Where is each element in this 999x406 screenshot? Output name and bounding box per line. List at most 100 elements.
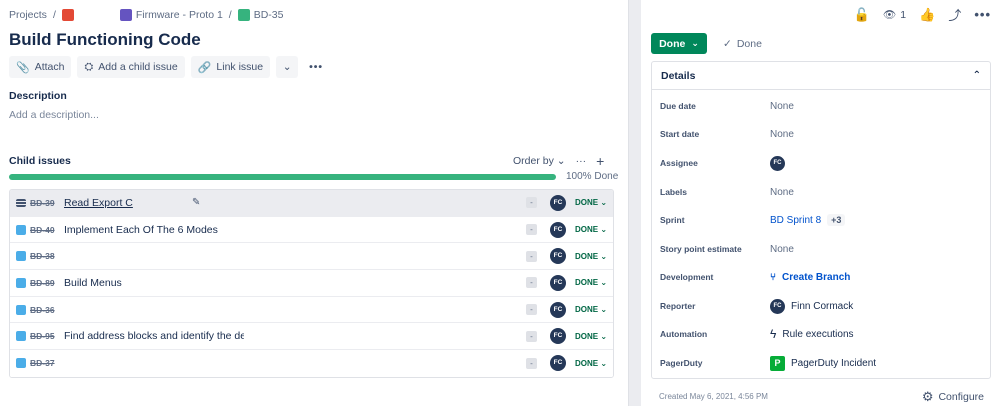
child-issue-row[interactable]: BD-89 Build Menus - FC DONE ⌄: [10, 270, 613, 297]
edit-pencil-icon[interactable]: ✎: [192, 197, 200, 208]
child-issue-row[interactable]: BD-95 Find address blocks and identify th…: [10, 323, 613, 351]
issue-sidebar: 🔓 👁 1 👍 ⤴ ••• Done ⌄ ✓ Done Details ⌃ Du…: [641, 0, 999, 406]
start-date-value[interactable]: None: [770, 129, 794, 140]
assignee-avatar[interactable]: FC: [550, 301, 566, 318]
details-header[interactable]: Details ⌃: [652, 62, 990, 90]
check-icon: ✓: [723, 38, 732, 50]
status-lozenge[interactable]: DONE ⌄: [575, 278, 607, 287]
transition-done[interactable]: ✓ Done: [723, 38, 762, 50]
field-sprint: Sprint BD Sprint 8 +3: [660, 210, 985, 230]
field-labels: Labels None: [660, 182, 985, 202]
assignee-avatar[interactable]: FC: [550, 221, 566, 238]
chevron-down-icon: ⌄: [598, 358, 608, 368]
story-points-value[interactable]: None: [770, 244, 794, 255]
assignee-avatar[interactable]: FC: [550, 355, 566, 372]
priority-indicator[interactable]: -: [526, 357, 537, 369]
project-avatar-icon[interactable]: [61, 9, 74, 21]
child-issues-label: Child issues: [9, 155, 71, 167]
child-issue-key[interactable]: BD-36: [30, 305, 55, 315]
description-label: Description: [9, 90, 67, 102]
add-child-issue-button[interactable]: ⛭ Add a child issue: [77, 56, 185, 78]
rule-executions-link[interactable]: ϟ Rule executions: [770, 327, 854, 341]
create-branch-link[interactable]: ⑂ Create Branch: [770, 272, 850, 283]
sprint-link[interactable]: BD Sprint 8: [770, 215, 821, 226]
order-by-button[interactable]: Order by ⌄: [513, 155, 566, 167]
field-reporter: Reporter FC Finn Cormack: [660, 296, 985, 316]
child-issue-row[interactable]: BD-37 - FC DONE ⌄: [10, 350, 613, 377]
labels-value[interactable]: None: [770, 187, 794, 198]
child-issue-key[interactable]: BD-39: [30, 198, 55, 208]
child-issue-row[interactable]: BD-39 Read Export C ✎ - FC DONE ⌄: [10, 190, 613, 217]
due-date-value[interactable]: None: [770, 101, 794, 112]
status-lozenge[interactable]: DONE ⌄: [575, 359, 607, 368]
breadcrumb-issue-key[interactable]: BD-35: [254, 9, 284, 21]
watch-button[interactable]: 👁 1: [882, 8, 906, 22]
more-actions-button[interactable]: •••: [304, 56, 328, 78]
due-date-label: Due date: [660, 101, 696, 111]
field-automation: Automation ϟ Rule executions: [660, 324, 985, 344]
attach-button[interactable]: 📎 Attach: [9, 56, 72, 78]
priority-indicator[interactable]: -: [526, 250, 537, 262]
child-issue-summary[interactable]: Find address blocks and identify the dev…: [64, 330, 244, 342]
child-issue-key[interactable]: BD-89: [30, 278, 55, 288]
assignee-value[interactable]: FC: [770, 155, 785, 171]
share-icon[interactable]: ⤴: [948, 5, 961, 24]
status-lozenge[interactable]: DONE ⌄: [575, 225, 607, 234]
breadcrumb-projects[interactable]: Projects: [9, 9, 47, 21]
child-issue-row[interactable]: BD-36 - FC DONE ⌄: [10, 296, 613, 324]
link-issue-button[interactable]: 🔗 Link issue: [190, 56, 271, 78]
chevron-down-icon: ⌄: [598, 225, 608, 235]
assignee-avatar[interactable]: FC: [550, 328, 566, 345]
priority-indicator[interactable]: -: [526, 224, 537, 236]
chevron-down-icon: ⌄: [598, 251, 608, 261]
subtask-icon: [16, 358, 26, 369]
child-issue-row[interactable]: BD-40 Implement Each Of The 6 Modes - FC DON…: [10, 216, 613, 244]
child-issue-key[interactable]: BD-40: [30, 225, 55, 235]
link-dropdown-button[interactable]: ⌄: [276, 56, 299, 78]
sprint-value[interactable]: BD Sprint 8 +3: [770, 214, 846, 226]
pagerduty-incident-link[interactable]: P PagerDuty Incident: [770, 355, 876, 371]
status-lozenge[interactable]: DONE ⌄: [575, 198, 607, 207]
child-issue-key[interactable]: BD-95: [30, 331, 55, 341]
status-lozenge[interactable]: DONE ⌄: [575, 305, 607, 314]
link-issue-label: Link issue: [216, 61, 264, 73]
status-button[interactable]: Done ⌄: [651, 33, 707, 54]
child-issue-row[interactable]: BD-38 - FC DONE ⌄: [10, 243, 613, 271]
panel-divider[interactable]: [628, 0, 641, 406]
field-story-points: Story point estimate None: [660, 239, 985, 259]
issue-title[interactable]: Build Functioning Code: [9, 30, 201, 50]
assignee-avatar[interactable]: FC: [550, 194, 566, 211]
child-issue-key[interactable]: BD-37: [30, 358, 55, 368]
priority-indicator[interactable]: -: [526, 304, 537, 316]
configure-button[interactable]: ⚙ Configure: [922, 389, 984, 405]
sprint-extra-badge[interactable]: +3: [827, 214, 846, 226]
subtask-icon: [16, 331, 26, 342]
eye-icon: 👁: [882, 9, 897, 21]
child-issue-summary[interactable]: Implement Each Of The 6 Modes: [64, 224, 218, 236]
add-child-icon[interactable]: +: [596, 153, 604, 169]
field-due-date: Due date None: [660, 96, 985, 116]
reporter-value[interactable]: FC Finn Cormack: [770, 298, 853, 314]
created-timestamp: Created May 6, 2021, 4:56 PM: [659, 392, 768, 401]
assignee-avatar[interactable]: FC: [550, 248, 566, 265]
breadcrumb-separator: /: [52, 9, 56, 21]
child-issue-key[interactable]: BD-38: [30, 251, 55, 261]
child-more-icon[interactable]: ···: [576, 155, 587, 167]
child-issue-summary[interactable]: Build Menus: [64, 277, 122, 289]
attach-label: Attach: [34, 61, 65, 73]
more-icon[interactable]: •••: [974, 7, 991, 22]
breadcrumb: Projects / Firmware - Proto 1 / BD-35: [9, 8, 283, 22]
thumbs-up-icon[interactable]: 👍: [919, 7, 935, 23]
drag-handle-icon[interactable]: [16, 198, 26, 207]
priority-indicator[interactable]: -: [526, 197, 537, 209]
description-input[interactable]: Add a description...: [9, 109, 99, 121]
priority-indicator[interactable]: -: [526, 330, 537, 342]
lock-icon[interactable]: 🔓: [854, 7, 870, 23]
priority-indicator[interactable]: -: [526, 277, 537, 289]
child-issue-summary[interactable]: Read Export C: [64, 197, 133, 209]
hierarchy-icon: ⛭: [84, 60, 94, 73]
assignee-avatar[interactable]: FC: [550, 274, 566, 291]
status-lozenge[interactable]: DONE ⌄: [575, 332, 607, 341]
breadcrumb-epic[interactable]: Firmware - Proto 1: [136, 9, 223, 21]
status-lozenge[interactable]: DONE ⌄: [575, 252, 607, 261]
